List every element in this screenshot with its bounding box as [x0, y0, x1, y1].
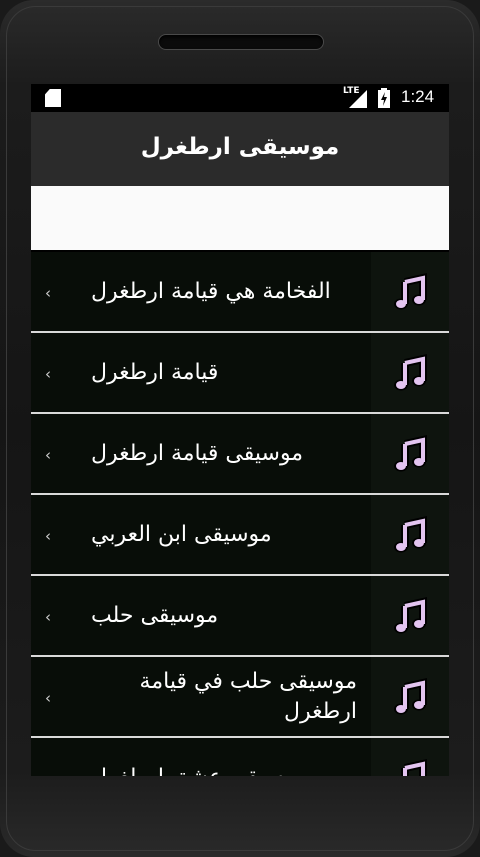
- list-item[interactable]: موسيقى قيامة ارطغرل ‹: [31, 414, 449, 495]
- screen: LTE 1:24 موسيقى ارطغرل الفخامة هي قيامة …: [31, 84, 449, 776]
- list-item-icon-cell: [371, 738, 449, 776]
- list-item[interactable]: موسيقى ابن العربي ‹: [31, 495, 449, 576]
- status-bar: LTE 1:24: [31, 84, 449, 112]
- banner-area: [31, 186, 449, 250]
- list-item[interactable]: موسيقى حلب في قيامة ارطغرل ‹: [31, 657, 449, 738]
- chevron-left-icon: ‹: [45, 365, 51, 383]
- list-item[interactable]: الفخامة هي قيامة ارطغرل ‹: [31, 252, 449, 333]
- list-item-label: موسيقى حلب: [91, 602, 219, 628]
- music-note-icon: [394, 435, 427, 472]
- list-item-label: موسيقى قيامة ارطغرل: [91, 440, 304, 466]
- chevron-left-icon: ‹: [45, 527, 51, 545]
- music-note-icon: [394, 273, 427, 310]
- list-item-icon-cell: [371, 657, 449, 736]
- music-note-icon: [401, 759, 427, 776]
- sd-card-icon: [45, 89, 61, 107]
- track-list: الفخامة هي قيامة ارطغرل ‹ قيامة ارطغرل ‹…: [31, 252, 449, 776]
- app-title: موسيقى ارطغرل: [140, 134, 340, 160]
- chevron-left-icon: ‹: [45, 689, 51, 707]
- chevron-left-icon: ‹: [45, 770, 57, 776]
- chevron-left-icon: ‹: [45, 446, 51, 464]
- earpiece-speaker: [158, 34, 324, 50]
- list-item-label: موسيقى ابن العربي: [91, 521, 272, 547]
- list-item-icon-cell: [371, 576, 449, 655]
- list-item[interactable]: موسيقى حلب ‹: [31, 576, 449, 657]
- music-note-icon: [394, 678, 427, 715]
- list-item-label: موسيقى حلب في قيامة ارطغرل: [139, 668, 357, 724]
- list-item[interactable]: قيامة ارطغرل ‹: [31, 333, 449, 414]
- list-item-label: موسيقى عشق ارطغرل: [91, 738, 357, 777]
- music-note-icon: [394, 516, 427, 553]
- list-item[interactable]: موسيقى عشق ارطغرل ‹: [31, 738, 449, 776]
- app-bar: موسيقى ارطغرل: [31, 112, 449, 186]
- music-note-icon: [394, 597, 427, 634]
- chevron-left-icon: ‹: [45, 284, 51, 302]
- music-note-icon: [394, 354, 427, 391]
- status-time: 1:24: [401, 87, 435, 106]
- list-item-icon-cell: [371, 495, 449, 574]
- battery-charging-icon: [378, 88, 390, 108]
- list-item-icon-cell: [371, 252, 449, 331]
- phone-frame: LTE 1:24 موسيقى ارطغرل الفخامة هي قيامة …: [0, 0, 480, 857]
- list-item-label: الفخامة هي قيامة ارطغرل: [91, 278, 331, 304]
- signal-icon: [349, 90, 367, 108]
- list-item-label: قيامة ارطغرل: [91, 359, 219, 385]
- list-item-icon-cell: [371, 333, 449, 412]
- chevron-left-icon: ‹: [45, 608, 51, 626]
- list-item-icon-cell: [371, 414, 449, 493]
